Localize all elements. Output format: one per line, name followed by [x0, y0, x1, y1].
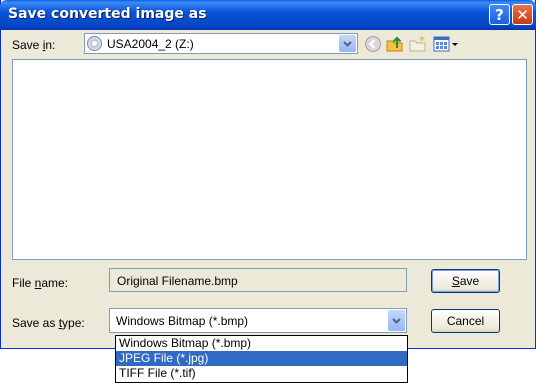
file-type-dropdown[interactable]: Windows Bitmap (*.bmp) JPEG File (*.jpg)… [115, 335, 408, 383]
back-icon[interactable] [364, 35, 382, 53]
dropdown-option-bmp[interactable]: Windows Bitmap (*.bmp) [116, 336, 407, 351]
new-folder-icon[interactable] [409, 35, 427, 53]
views-menu-icon[interactable] [433, 35, 461, 53]
file-name-input[interactable]: Original Filename.bmp [109, 268, 407, 292]
chevron-down-icon[interactable] [388, 310, 405, 331]
title-bar[interactable]: Save converted image as ? ✕ [0, 0, 536, 30]
save-as-type-label: Save as type: [12, 316, 85, 330]
dropdown-option-jpg[interactable]: JPEG File (*.jpg) [116, 351, 407, 366]
save-as-type-combobox[interactable]: Windows Bitmap (*.bmp) [109, 308, 407, 333]
save-in-combobox[interactable]: USA2004_2 (Z:) [84, 33, 358, 54]
up-folder-icon[interactable] [386, 35, 404, 53]
dropdown-option-tif[interactable]: TIFF File (*.tif) [116, 366, 407, 381]
save-in-value: USA2004_2 (Z:) [107, 37, 194, 51]
save-button[interactable]: Save [431, 269, 500, 293]
window-title: Save converted image as [8, 6, 207, 22]
file-name-label: File name: [12, 276, 69, 290]
cd-drive-icon [87, 36, 102, 51]
save-dialog: Save converted image as ? ✕ Save in: USA… [0, 0, 536, 349]
close-button[interactable]: ✕ [512, 4, 533, 25]
chevron-down-icon[interactable] [339, 35, 356, 52]
save-in-label: Save in: [12, 38, 56, 52]
help-button[interactable]: ? [489, 4, 510, 25]
save-as-type-value: Windows Bitmap (*.bmp) [116, 314, 249, 328]
file-list[interactable] [12, 59, 527, 260]
cancel-button[interactable]: Cancel [431, 309, 500, 333]
